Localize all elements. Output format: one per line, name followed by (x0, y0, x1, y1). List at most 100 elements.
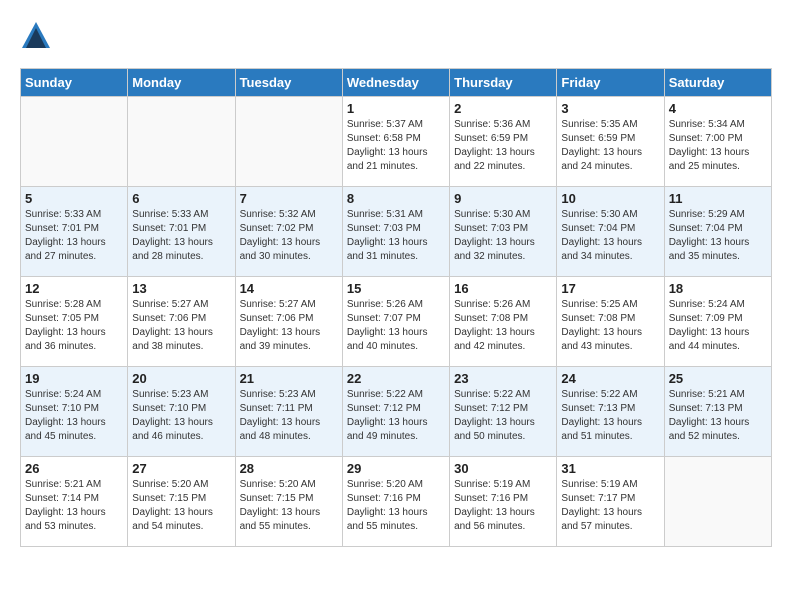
calendar-cell (128, 97, 235, 187)
day-number: 3 (561, 101, 659, 116)
day-info: Sunrise: 5:19 AM Sunset: 7:17 PM Dayligh… (561, 478, 659, 534)
day-number: 8 (347, 191, 445, 206)
calendar-cell: 30 Sunrise: 5:19 AM Sunset: 7:16 PM Dayli… (450, 457, 557, 547)
calendar-cell (21, 97, 128, 187)
weekday-header-friday: Friday (557, 69, 664, 97)
day-info: Sunrise: 5:24 AM Sunset: 7:10 PM Dayligh… (25, 388, 123, 444)
calendar-cell: 6 Sunrise: 5:33 AM Sunset: 7:01 PM Daylig… (128, 187, 235, 277)
calendar-cell: 7 Sunrise: 5:32 AM Sunset: 7:02 PM Daylig… (235, 187, 342, 277)
calendar-cell: 10Sunrise: 5:30 AM Sunset: 7:04 PM Dayli… (557, 187, 664, 277)
day-number: 23 (454, 371, 552, 386)
calendar-cell: 9 Sunrise: 5:30 AM Sunset: 7:03 PM Daylig… (450, 187, 557, 277)
day-info: Sunrise: 5:35 AM Sunset: 6:59 PM Dayligh… (561, 118, 659, 174)
calendar-cell: 11 Sunrise: 5:29 AM Sunset: 7:04 PM Dayli… (664, 187, 771, 277)
day-info: Sunrise: 5:31 AM Sunset: 7:03 PM Dayligh… (347, 208, 445, 264)
day-number: 9 (454, 191, 552, 206)
calendar-week-2: 5 Sunrise: 5:33 AM Sunset: 7:01 PM Daylig… (21, 187, 772, 277)
day-info: Sunrise: 5:20 AM Sunset: 7:15 PM Dayligh… (132, 478, 230, 534)
logo (20, 20, 58, 52)
header (20, 20, 772, 52)
day-info: Sunrise: 5:24 AM Sunset: 7:09 PM Dayligh… (669, 298, 767, 354)
day-info: Sunrise: 5:33 AM Sunset: 7:01 PM Dayligh… (132, 208, 230, 264)
calendar-table: SundayMondayTuesdayWednesdayThursdayFrid… (20, 68, 772, 547)
day-number: 22 (347, 371, 445, 386)
day-info: Sunrise: 5:25 AM Sunset: 7:08 PM Dayligh… (561, 298, 659, 354)
calendar-cell: 25Sunrise: 5:21 AM Sunset: 7:13 PM Dayli… (664, 367, 771, 457)
weekday-header-wednesday: Wednesday (342, 69, 449, 97)
day-number: 13 (132, 281, 230, 296)
day-info: Sunrise: 5:21 AM Sunset: 7:14 PM Dayligh… (25, 478, 123, 534)
calendar-cell: 1 Sunrise: 5:37 AM Sunset: 6:58 PM Daylig… (342, 97, 449, 187)
day-number: 4 (669, 101, 767, 116)
calendar-week-5: 26 Sunrise: 5:21 AM Sunset: 7:14 PM Dayli… (21, 457, 772, 547)
calendar-cell: 17 Sunrise: 5:25 AM Sunset: 7:08 PM Dayli… (557, 277, 664, 367)
weekday-header-thursday: Thursday (450, 69, 557, 97)
day-info: Sunrise: 5:36 AM Sunset: 6:59 PM Dayligh… (454, 118, 552, 174)
day-number: 19 (25, 371, 123, 386)
day-info: Sunrise: 5:27 AM Sunset: 7:06 PM Dayligh… (240, 298, 338, 354)
calendar-cell: 19 Sunrise: 5:24 AM Sunset: 7:10 PM Dayli… (21, 367, 128, 457)
page: SundayMondayTuesdayWednesdayThursdayFrid… (0, 0, 792, 557)
day-info: Sunrise: 5:26 AM Sunset: 7:07 PM Dayligh… (347, 298, 445, 354)
day-number: 1 (347, 101, 445, 116)
weekday-header-row: SundayMondayTuesdayWednesdayThursdayFrid… (21, 69, 772, 97)
calendar-cell: 27Sunrise: 5:20 AM Sunset: 7:15 PM Dayli… (128, 457, 235, 547)
day-info: Sunrise: 5:33 AM Sunset: 7:01 PM Dayligh… (25, 208, 123, 264)
calendar-week-1: 1 Sunrise: 5:37 AM Sunset: 6:58 PM Daylig… (21, 97, 772, 187)
calendar-body: 1 Sunrise: 5:37 AM Sunset: 6:58 PM Daylig… (21, 97, 772, 547)
day-number: 2 (454, 101, 552, 116)
calendar-cell: 22Sunrise: 5:22 AM Sunset: 7:12 PM Dayli… (342, 367, 449, 457)
calendar-cell: 14 Sunrise: 5:27 AM Sunset: 7:06 PM Dayli… (235, 277, 342, 367)
day-number: 14 (240, 281, 338, 296)
calendar-cell: 24 Sunrise: 5:22 AM Sunset: 7:13 PM Dayli… (557, 367, 664, 457)
calendar-cell: 29Sunrise: 5:20 AM Sunset: 7:16 PM Dayli… (342, 457, 449, 547)
day-number: 21 (240, 371, 338, 386)
day-info: Sunrise: 5:37 AM Sunset: 6:58 PM Dayligh… (347, 118, 445, 174)
day-info: Sunrise: 5:29 AM Sunset: 7:04 PM Dayligh… (669, 208, 767, 264)
calendar-cell: 13 Sunrise: 5:27 AM Sunset: 7:06 PM Dayli… (128, 277, 235, 367)
day-number: 28 (240, 461, 338, 476)
day-number: 31 (561, 461, 659, 476)
day-number: 10 (561, 191, 659, 206)
calendar-cell: 3 Sunrise: 5:35 AM Sunset: 6:59 PM Daylig… (557, 97, 664, 187)
day-number: 12 (25, 281, 123, 296)
calendar-cell: 21 Sunrise: 5:23 AM Sunset: 7:11 PM Dayli… (235, 367, 342, 457)
calendar-cell: 12Sunrise: 5:28 AM Sunset: 7:05 PM Dayli… (21, 277, 128, 367)
day-info: Sunrise: 5:20 AM Sunset: 7:16 PM Dayligh… (347, 478, 445, 534)
day-number: 7 (240, 191, 338, 206)
day-number: 20 (132, 371, 230, 386)
day-number: 11 (669, 191, 767, 206)
day-info: Sunrise: 5:22 AM Sunset: 7:13 PM Dayligh… (561, 388, 659, 444)
weekday-header-sunday: Sunday (21, 69, 128, 97)
day-info: Sunrise: 5:23 AM Sunset: 7:10 PM Dayligh… (132, 388, 230, 444)
day-info: Sunrise: 5:27 AM Sunset: 7:06 PM Dayligh… (132, 298, 230, 354)
day-number: 18 (669, 281, 767, 296)
day-info: Sunrise: 5:26 AM Sunset: 7:08 PM Dayligh… (454, 298, 552, 354)
day-info: Sunrise: 5:20 AM Sunset: 7:15 PM Dayligh… (240, 478, 338, 534)
calendar-cell: 8 Sunrise: 5:31 AM Sunset: 7:03 PM Daylig… (342, 187, 449, 277)
day-number: 15 (347, 281, 445, 296)
day-number: 26 (25, 461, 123, 476)
calendar-cell: 31 Sunrise: 5:19 AM Sunset: 7:17 PM Dayli… (557, 457, 664, 547)
calendar-cell (235, 97, 342, 187)
day-info: Sunrise: 5:23 AM Sunset: 7:11 PM Dayligh… (240, 388, 338, 444)
day-info: Sunrise: 5:32 AM Sunset: 7:02 PM Dayligh… (240, 208, 338, 264)
calendar-cell: 20 Sunrise: 5:23 AM Sunset: 7:10 PM Dayli… (128, 367, 235, 457)
calendar-cell: 18 Sunrise: 5:24 AM Sunset: 7:09 PM Dayli… (664, 277, 771, 367)
day-number: 24 (561, 371, 659, 386)
calendar-cell: 26 Sunrise: 5:21 AM Sunset: 7:14 PM Dayli… (21, 457, 128, 547)
calendar-week-4: 19 Sunrise: 5:24 AM Sunset: 7:10 PM Dayli… (21, 367, 772, 457)
calendar-week-3: 12Sunrise: 5:28 AM Sunset: 7:05 PM Dayli… (21, 277, 772, 367)
day-number: 30 (454, 461, 552, 476)
day-number: 5 (25, 191, 123, 206)
day-number: 17 (561, 281, 659, 296)
weekday-header-tuesday: Tuesday (235, 69, 342, 97)
day-info: Sunrise: 5:19 AM Sunset: 7:16 PM Dayligh… (454, 478, 552, 534)
weekday-header-monday: Monday (128, 69, 235, 97)
calendar-cell: 5 Sunrise: 5:33 AM Sunset: 7:01 PM Daylig… (21, 187, 128, 277)
day-info: Sunrise: 5:30 AM Sunset: 7:03 PM Dayligh… (454, 208, 552, 264)
calendar-cell: 4Sunrise: 5:34 AM Sunset: 7:00 PM Daylig… (664, 97, 771, 187)
day-number: 16 (454, 281, 552, 296)
day-info: Sunrise: 5:22 AM Sunset: 7:12 PM Dayligh… (454, 388, 552, 444)
day-number: 6 (132, 191, 230, 206)
